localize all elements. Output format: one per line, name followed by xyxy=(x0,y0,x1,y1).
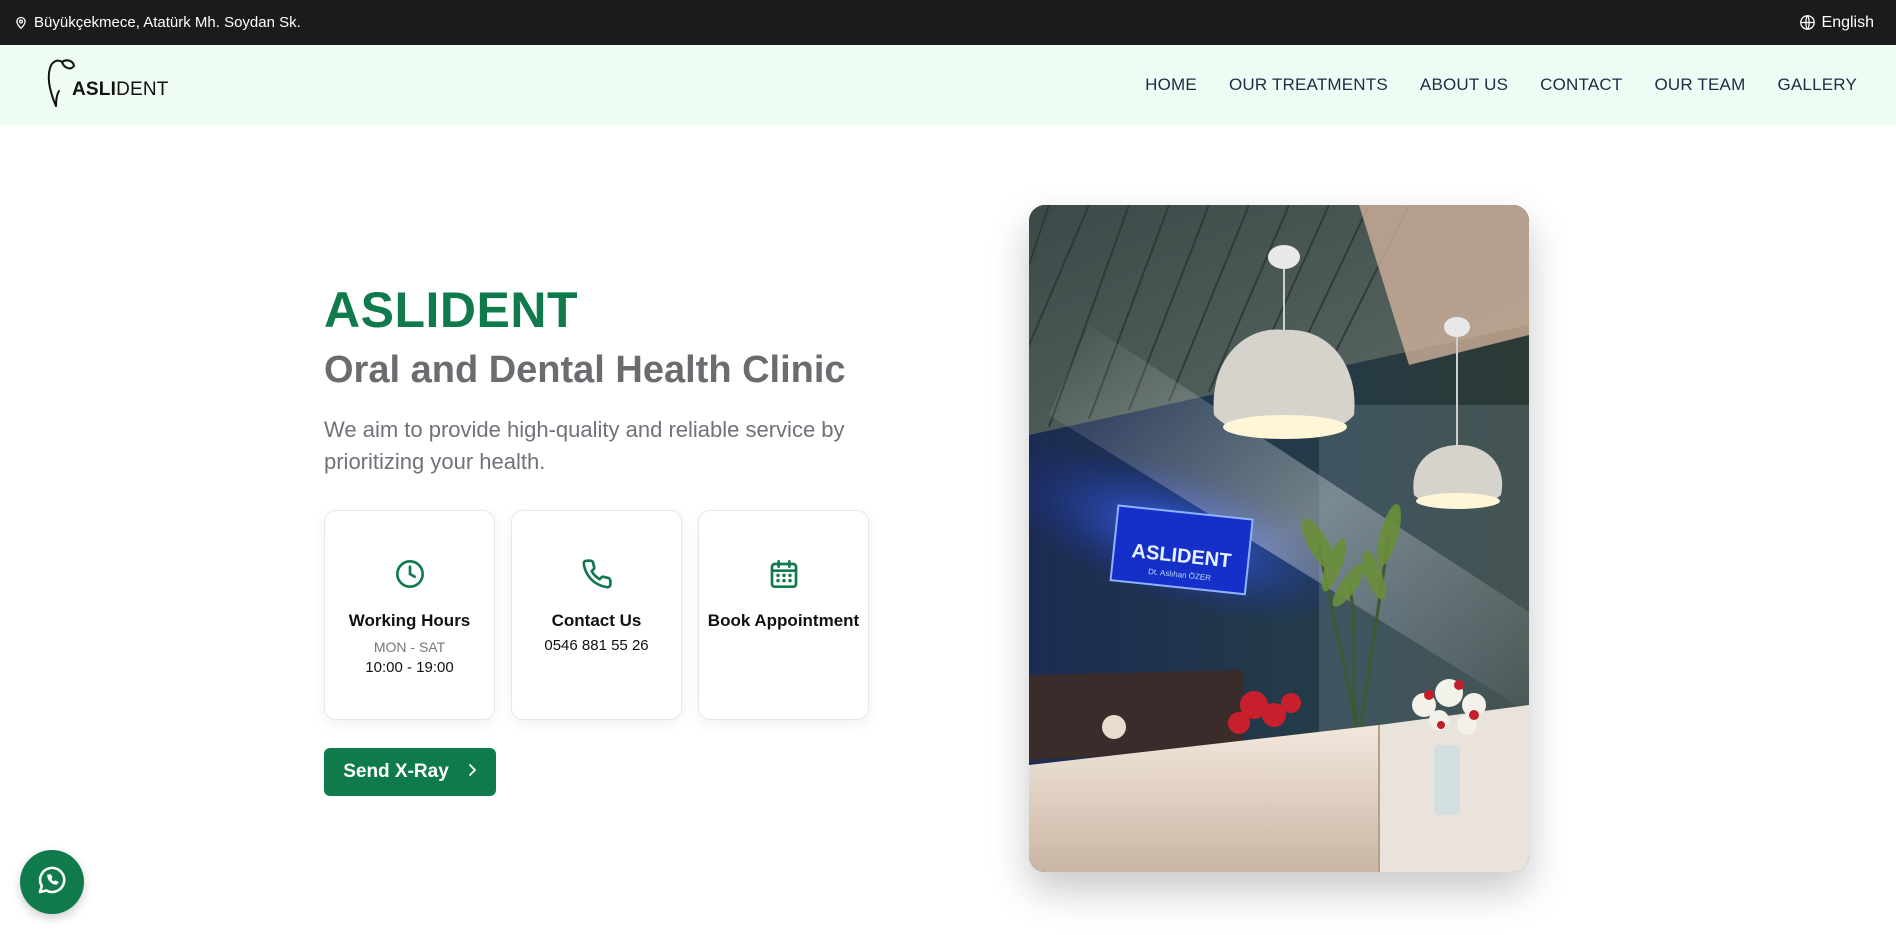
nav-home[interactable]: HOME xyxy=(1145,75,1197,95)
language-label: English xyxy=(1821,13,1874,31)
phone-icon xyxy=(580,557,614,591)
nav-contact[interactable]: CONTACT xyxy=(1540,75,1622,95)
book-appointment-card[interactable]: Book Appointment xyxy=(698,510,869,720)
working-hours-value: 10:00 - 19:00 xyxy=(365,659,454,676)
whatsapp-button[interactable] xyxy=(20,850,84,914)
address: Büyükçekmece, Atatürk Mh. Soydan Sk. xyxy=(14,14,301,31)
working-hours-card: Working Hours MON - SAT 10:00 - 19:00 xyxy=(324,510,495,720)
nav-our-team[interactable]: OUR TEAM xyxy=(1654,75,1745,95)
whatsapp-icon xyxy=(35,863,69,902)
logo[interactable]: ASLIDENT xyxy=(46,57,169,113)
hero-title: ASLIDENT xyxy=(324,282,578,338)
working-days: MON - SAT xyxy=(373,639,446,655)
contact-title: Contact Us xyxy=(551,611,642,630)
working-hours-title: Working Hours xyxy=(348,611,471,630)
language-selector[interactable]: English xyxy=(1799,14,1874,32)
main-nav: HOME OUR TREATMENTS ABOUT US CONTACT OUR… xyxy=(1145,75,1857,95)
globe-icon xyxy=(1799,14,1816,31)
hero-subtitle: Oral and Dental Health Clinic xyxy=(324,349,846,391)
calendar-icon xyxy=(767,557,801,591)
chevron-right-icon xyxy=(467,761,477,783)
send-xray-label: Send X-Ray xyxy=(343,761,449,782)
hero-text: ASLIDENT Oral and Dental Health Clinic W… xyxy=(324,280,884,478)
map-pin-icon xyxy=(14,15,28,31)
contact-phone[interactable]: 0546 881 55 26 xyxy=(544,637,648,654)
send-xray-button[interactable]: Send X-Ray xyxy=(324,748,496,796)
nav-about-us[interactable]: ABOUT US xyxy=(1420,75,1508,95)
top-bar: Büyükçekmece, Atatürk Mh. Soydan Sk. Eng… xyxy=(0,0,1896,45)
contact-card[interactable]: Contact Us 0546 881 55 26 xyxy=(511,510,682,720)
clock-icon xyxy=(393,557,427,591)
info-cards: Working Hours MON - SAT 10:00 - 19:00 Co… xyxy=(324,510,869,720)
nav-our-treatments[interactable]: OUR TREATMENTS xyxy=(1229,75,1388,95)
book-appointment-title: Book Appointment xyxy=(707,611,860,630)
nav-gallery[interactable]: GALLERY xyxy=(1777,75,1857,95)
clinic-reception-image: ASLIDENT Dt. Aslıhan ÖZER xyxy=(1029,205,1529,872)
hero-description: We aim to provide high-quality and relia… xyxy=(324,417,845,474)
site-header: ASLIDENT HOME OUR TREATMENTS ABOUT US CO… xyxy=(0,45,1896,125)
address-text: Büyükçekmece, Atatürk Mh. Soydan Sk. xyxy=(34,14,301,31)
logo-text: ASLIDENT xyxy=(72,79,169,100)
